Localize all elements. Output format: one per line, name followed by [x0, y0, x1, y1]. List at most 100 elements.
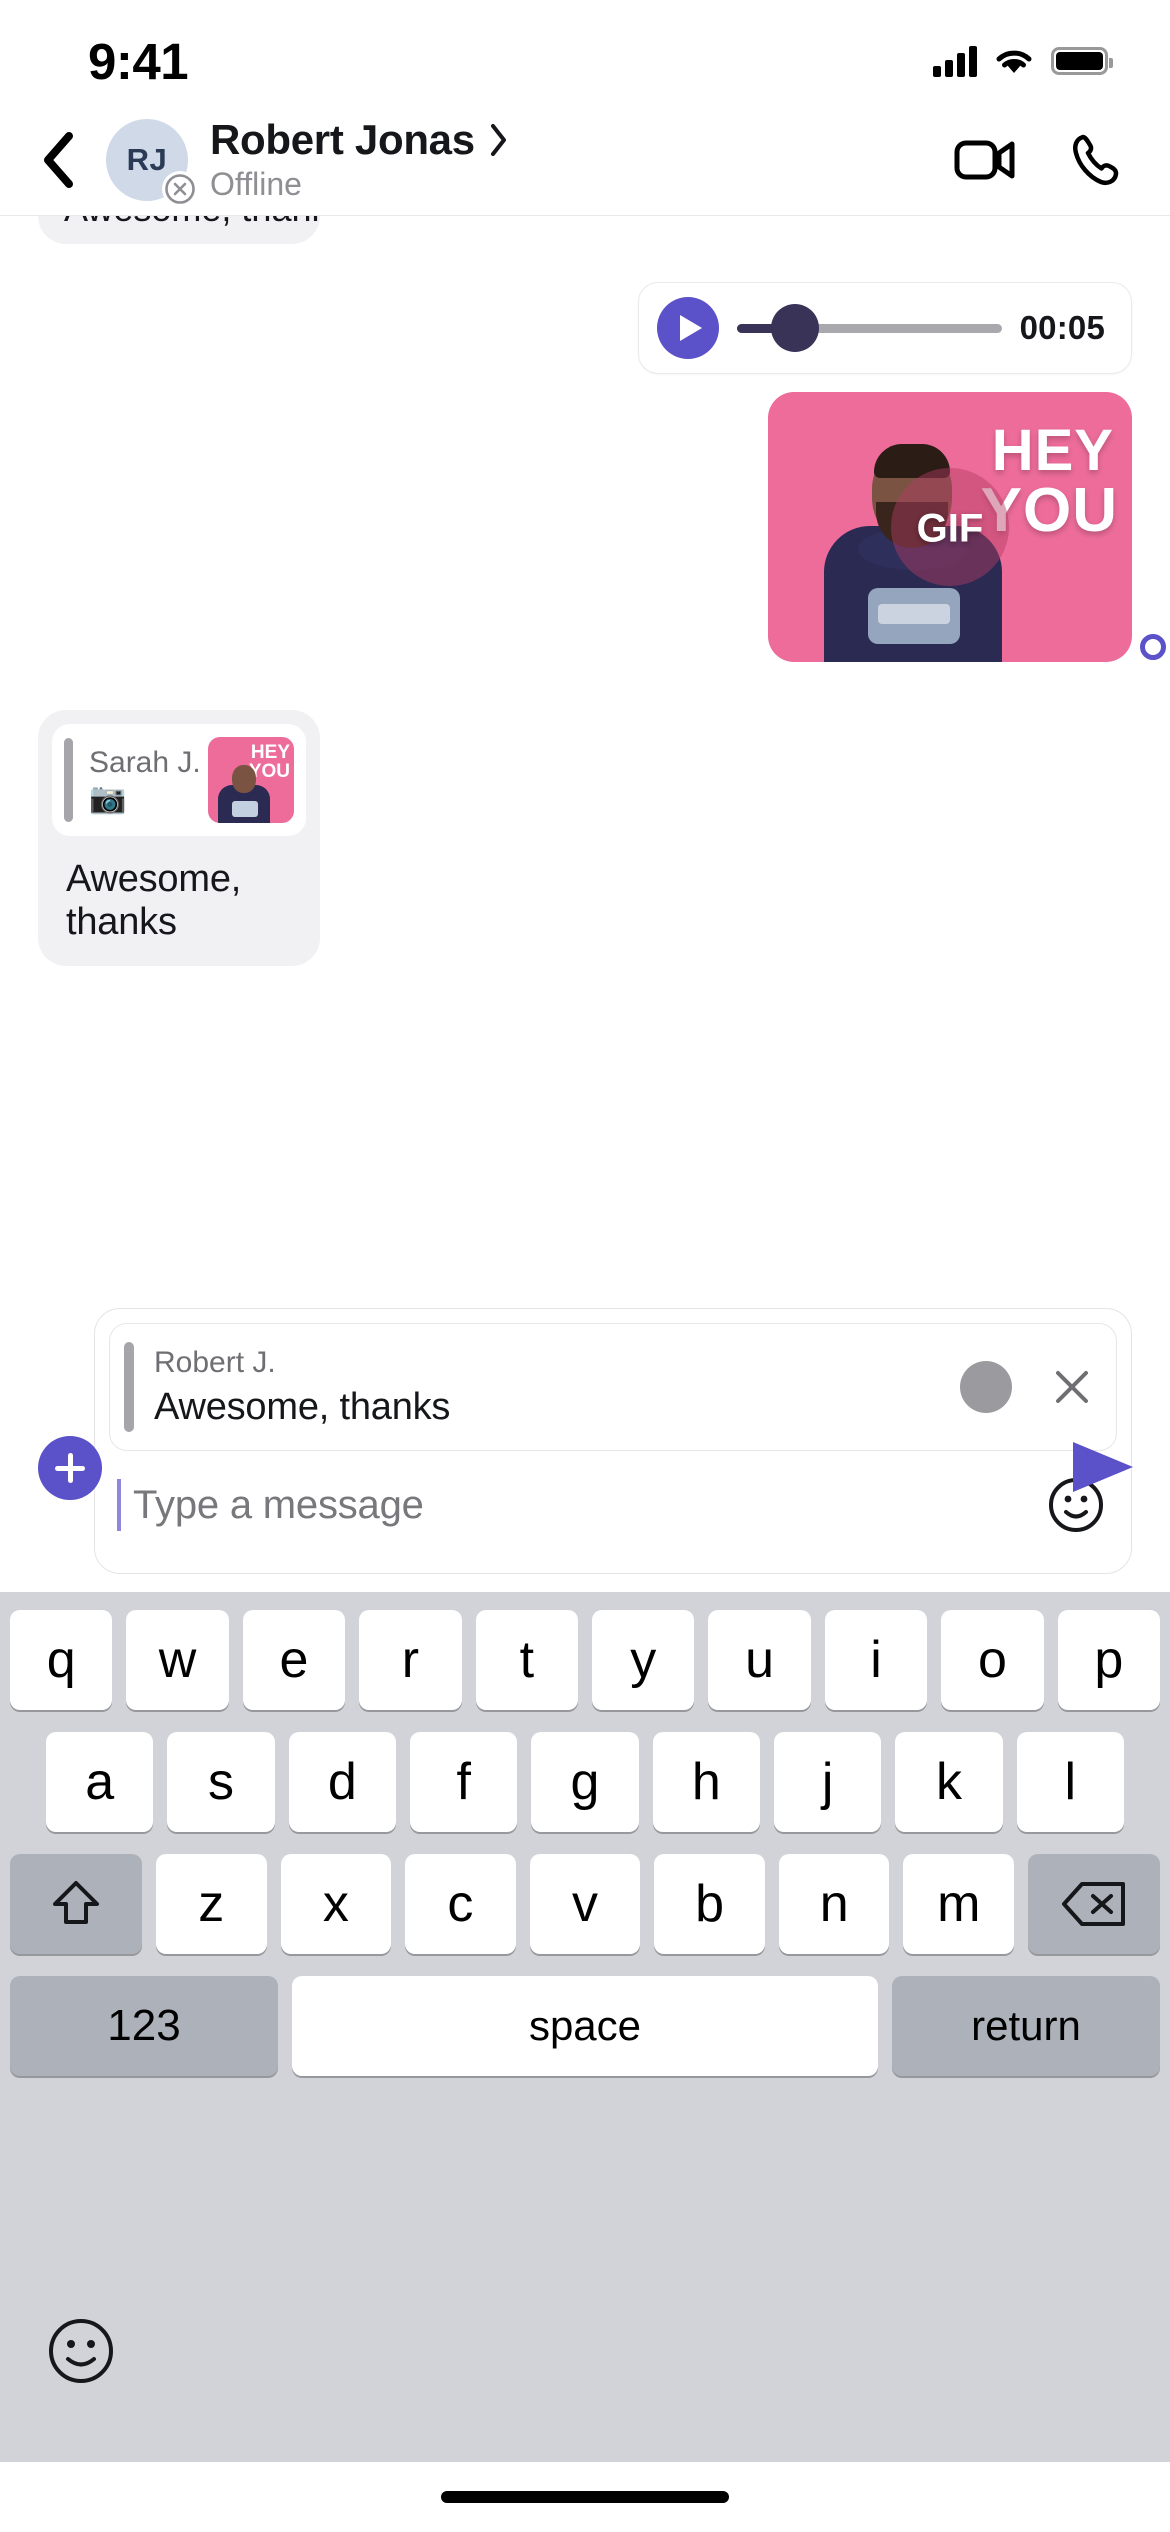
status-time: 9:41	[88, 32, 189, 90]
presence-status: Offline	[210, 166, 302, 202]
backspace-key[interactable]	[1028, 1854, 1161, 1954]
phone-icon	[1073, 134, 1119, 185]
gif-message-row: HEY YOU GIF	[38, 374, 1166, 662]
keyboard-bottom-bar	[0, 2292, 1170, 2462]
keyboard-emoji-icon	[49, 2319, 113, 2383]
voice-call-button[interactable]	[1060, 125, 1130, 195]
keyboard-emoji-button[interactable]	[44, 2314, 118, 2388]
reply-thumbnail	[960, 1361, 1012, 1413]
offline-badge-icon	[162, 170, 198, 207]
reply-preview[interactable]: Robert J. Awesome, thanks	[109, 1323, 1117, 1451]
key-s[interactable]: s	[167, 1732, 275, 1832]
key-e[interactable]: e	[242, 1610, 346, 1710]
play-icon	[680, 315, 702, 341]
cellular-signal-icon	[933, 45, 977, 77]
avatar[interactable]: RJ	[106, 118, 198, 207]
return-key[interactable]: return	[892, 1976, 1160, 2076]
incoming-message-bubble[interactable]: Sarah J. 📷 HEY YOU Awesome, thanks	[38, 710, 320, 966]
quote-thumbnail[interactable]: HEY YOU	[208, 737, 294, 823]
home-indicator[interactable]	[441, 2491, 729, 2503]
gif-message-bubble[interactable]: HEY YOU GIF	[768, 392, 1132, 662]
battery-icon	[1051, 47, 1113, 75]
key-j[interactable]: j	[773, 1732, 882, 1832]
key-r[interactable]: r	[359, 1610, 462, 1710]
audio-duration: 00:05	[1019, 309, 1105, 346]
header-actions	[950, 125, 1130, 195]
contact-info[interactable]: Robert Jonas Offline	[210, 116, 950, 203]
key-w[interactable]: w	[126, 1610, 229, 1710]
key-k[interactable]: k	[895, 1732, 1003, 1832]
quote-content: Sarah J. 📷	[89, 736, 208, 824]
key-g[interactable]: g	[531, 1732, 639, 1832]
chat-screen: 9:41 RJ Robert Jonas Offline 00:05 HEY Y…	[0, 0, 1170, 2532]
key-y[interactable]: y	[592, 1610, 695, 1710]
message-composer: Robert J. Awesome, thanks Type a message	[0, 1308, 1170, 1592]
back-button[interactable]	[24, 126, 92, 194]
key-q[interactable]: q	[9, 1610, 113, 1710]
contact-name-row: Robert Jonas	[210, 116, 950, 164]
key-f[interactable]: f	[410, 1732, 518, 1832]
key-u[interactable]: u	[708, 1610, 811, 1710]
shift-key[interactable]	[9, 1854, 142, 1954]
message-input-row[interactable]: Type a message	[109, 1451, 1117, 1559]
status-indicators	[933, 45, 1113, 77]
read-receipt-icon	[1140, 634, 1166, 660]
message-list[interactable]: Awesome, thanks 00:05 HEY YOU	[0, 216, 1170, 1308]
video-camera-icon	[954, 140, 1015, 179]
quote-accent-bar	[64, 738, 73, 822]
key-o[interactable]: o	[941, 1610, 1044, 1710]
shift-up-arrow-icon	[52, 1881, 99, 1924]
onscreen-keyboard[interactable]: q w e r t y u i o p a s d f g h j k l z …	[0, 1592, 1170, 2292]
keyboard-row-3: z x c v b n m	[9, 1854, 1161, 1954]
quote-thumbnail-person	[216, 761, 272, 823]
reply-content: Robert J. Awesome, thanks	[154, 1346, 960, 1429]
key-z[interactable]: z	[155, 1854, 267, 1954]
video-call-button[interactable]	[950, 125, 1020, 195]
send-button[interactable]	[1066, 1430, 1140, 1504]
gif-badge-label: GIF	[916, 506, 984, 551]
key-a[interactable]: a	[46, 1732, 154, 1832]
chevron-left-icon	[44, 131, 73, 188]
backspace-delete-icon	[1062, 1882, 1126, 1926]
composer-card: Robert J. Awesome, thanks Type a message	[94, 1308, 1132, 1574]
keyboard-row-2: a s d f g h j k l	[10, 1732, 1160, 1832]
quote-author: Sarah J.	[89, 746, 201, 779]
key-d[interactable]: d	[288, 1732, 396, 1832]
quoted-message-card[interactable]: Sarah J. 📷 HEY YOU	[52, 724, 306, 836]
key-v[interactable]: v	[529, 1854, 641, 1954]
audio-scrubber[interactable]	[737, 297, 1002, 359]
audio-scrubber-thumb[interactable]	[771, 304, 820, 352]
space-key[interactable]: space	[292, 1976, 878, 2076]
clipped-message-text: Awesome, thanks	[38, 216, 320, 236]
key-b[interactable]: b	[654, 1854, 765, 1954]
numbers-key[interactable]: 123	[10, 1976, 278, 2076]
key-x[interactable]: x	[280, 1854, 392, 1954]
wifi-icon	[996, 50, 1032, 73]
add-attachment-button[interactable]	[38, 1436, 102, 1500]
key-m[interactable]: m	[903, 1854, 1015, 1954]
keyboard-row-4: 123 space return	[10, 1976, 1160, 2076]
reply-author: Robert J.	[154, 1345, 276, 1379]
chevron-right-icon	[490, 124, 506, 156]
incoming-message-row: Sarah J. 📷 HEY YOU Awesome, thanks	[38, 662, 1132, 966]
key-h[interactable]: h	[652, 1732, 760, 1832]
message-input-placeholder[interactable]: Type a message	[133, 1483, 1033, 1528]
send-paper-plane-icon	[1073, 1442, 1133, 1492]
reply-text: Awesome, thanks	[154, 1385, 451, 1428]
reply-close-button[interactable]	[1048, 1363, 1096, 1411]
key-p[interactable]: p	[1057, 1610, 1161, 1710]
key-l[interactable]: l	[1016, 1732, 1124, 1832]
key-n[interactable]: n	[778, 1854, 890, 1954]
gif-message-wrapper: HEY YOU GIF	[768, 392, 1166, 662]
camera-icon: 📷	[89, 782, 127, 815]
home-indicator-area	[0, 2462, 1170, 2532]
key-i[interactable]: i	[824, 1610, 928, 1710]
key-t[interactable]: t	[475, 1610, 578, 1710]
conversation-header: RJ Robert Jonas Offline	[0, 104, 1170, 216]
audio-message-bubble[interactable]: 00:05	[638, 282, 1132, 374]
clipped-message-bubble[interactable]: Awesome, thanks	[38, 216, 320, 244]
incoming-message-text: Awesome, thanks	[66, 858, 242, 943]
audio-play-button[interactable]	[657, 297, 719, 359]
status-bar: 9:41	[0, 0, 1170, 104]
key-c[interactable]: c	[405, 1854, 516, 1954]
